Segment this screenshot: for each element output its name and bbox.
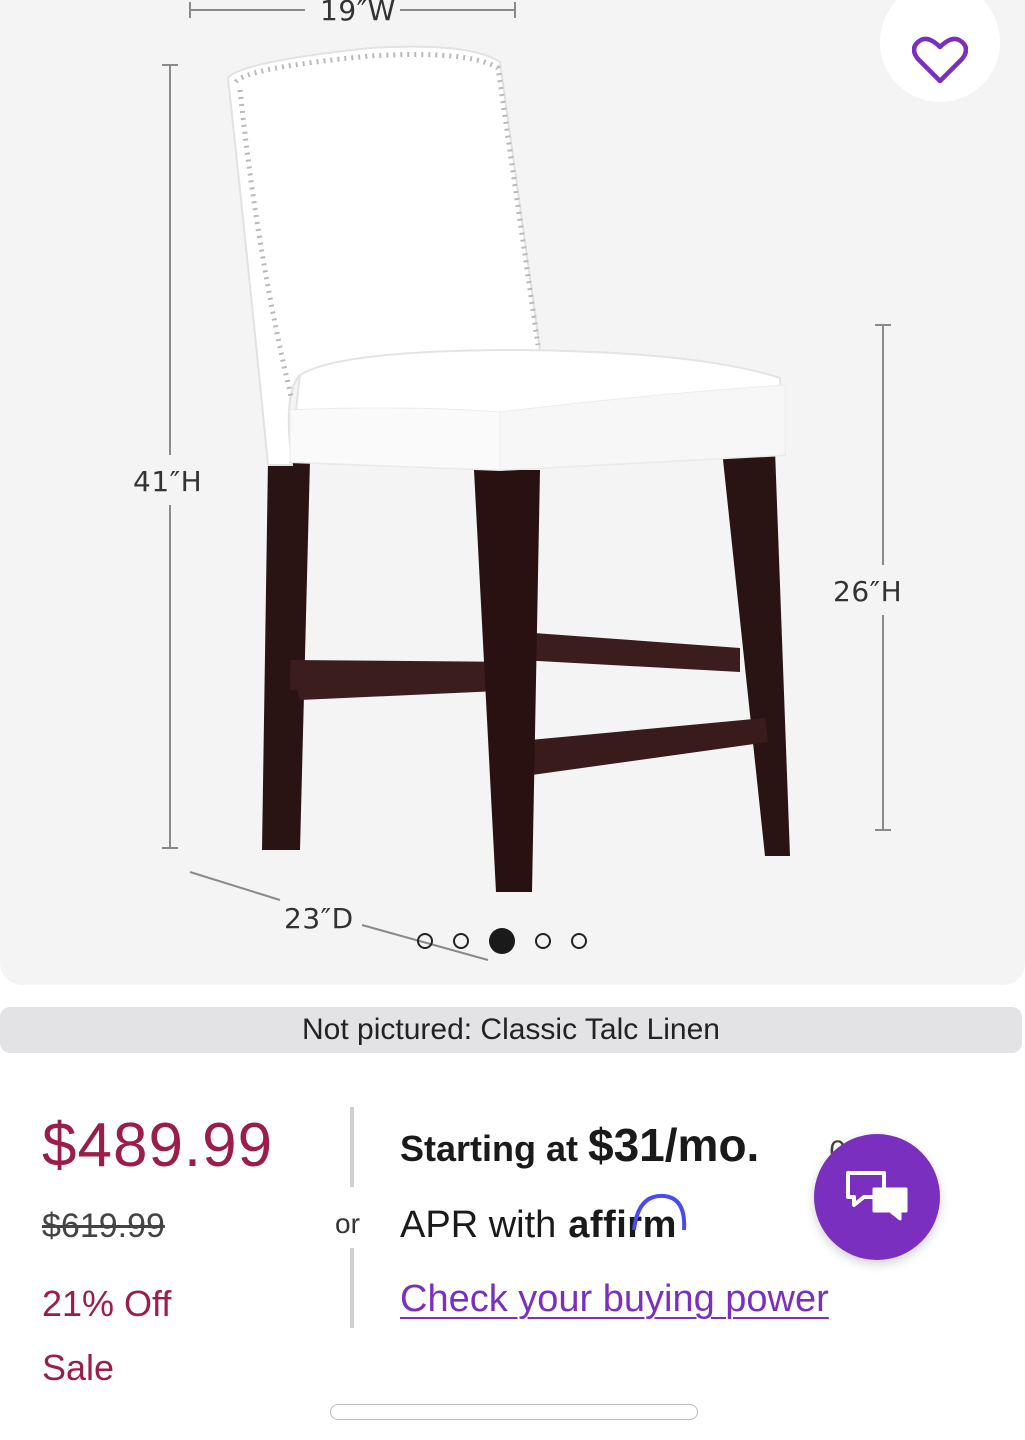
- carousel-dot[interactable]: [453, 933, 469, 949]
- check-buying-power-link[interactable]: Check your buying power: [400, 1278, 829, 1321]
- dimension-width-label: 19″W: [320, 0, 396, 27]
- chat-bubbles-icon: [846, 1171, 908, 1221]
- swatch-note-banner: Not pictured: Classic Talc Linen: [0, 1007, 1022, 1053]
- financing-starting-text: Starting at $31/mo.0%: [400, 1118, 873, 1172]
- or-label: or: [335, 1208, 360, 1239]
- home-indicator[interactable]: [330, 1404, 698, 1420]
- divider-bottom: [350, 1248, 354, 1328]
- carousel-dot[interactable]: [417, 933, 433, 949]
- affirm-arc-icon: [632, 1193, 687, 1231]
- dimension-depth-label: 23″D: [284, 902, 354, 935]
- original-price: $619.99: [42, 1207, 165, 1245]
- affirm-logo: affirm: [568, 1193, 687, 1247]
- carousel-indicators: [417, 928, 587, 954]
- carousel-dot[interactable]: [571, 933, 587, 949]
- apr-text: APR with: [400, 1204, 557, 1246]
- monthly-payment: $31/mo.: [588, 1119, 760, 1171]
- discount-percent: 21% Off: [42, 1283, 172, 1324]
- carousel-dot[interactable]: [535, 933, 551, 949]
- sale-badge: Sale: [42, 1347, 115, 1388]
- carousel-dot-active[interactable]: [489, 928, 515, 954]
- financing-apr-line: APR with affirm: [400, 1193, 687, 1247]
- divider-top: [350, 1107, 354, 1187]
- chat-button[interactable]: [814, 1134, 940, 1260]
- heart-outline-icon: [912, 36, 968, 84]
- dimension-height-label: 41″H: [133, 465, 203, 498]
- starting-prefix: Starting at: [400, 1128, 589, 1169]
- dimension-seat-height-label: 26″H: [833, 575, 903, 608]
- product-image-gallery[interactable]: 19″W 41″H 26″H 23″D: [0, 0, 1025, 985]
- sale-price: $489.99: [42, 1111, 274, 1180]
